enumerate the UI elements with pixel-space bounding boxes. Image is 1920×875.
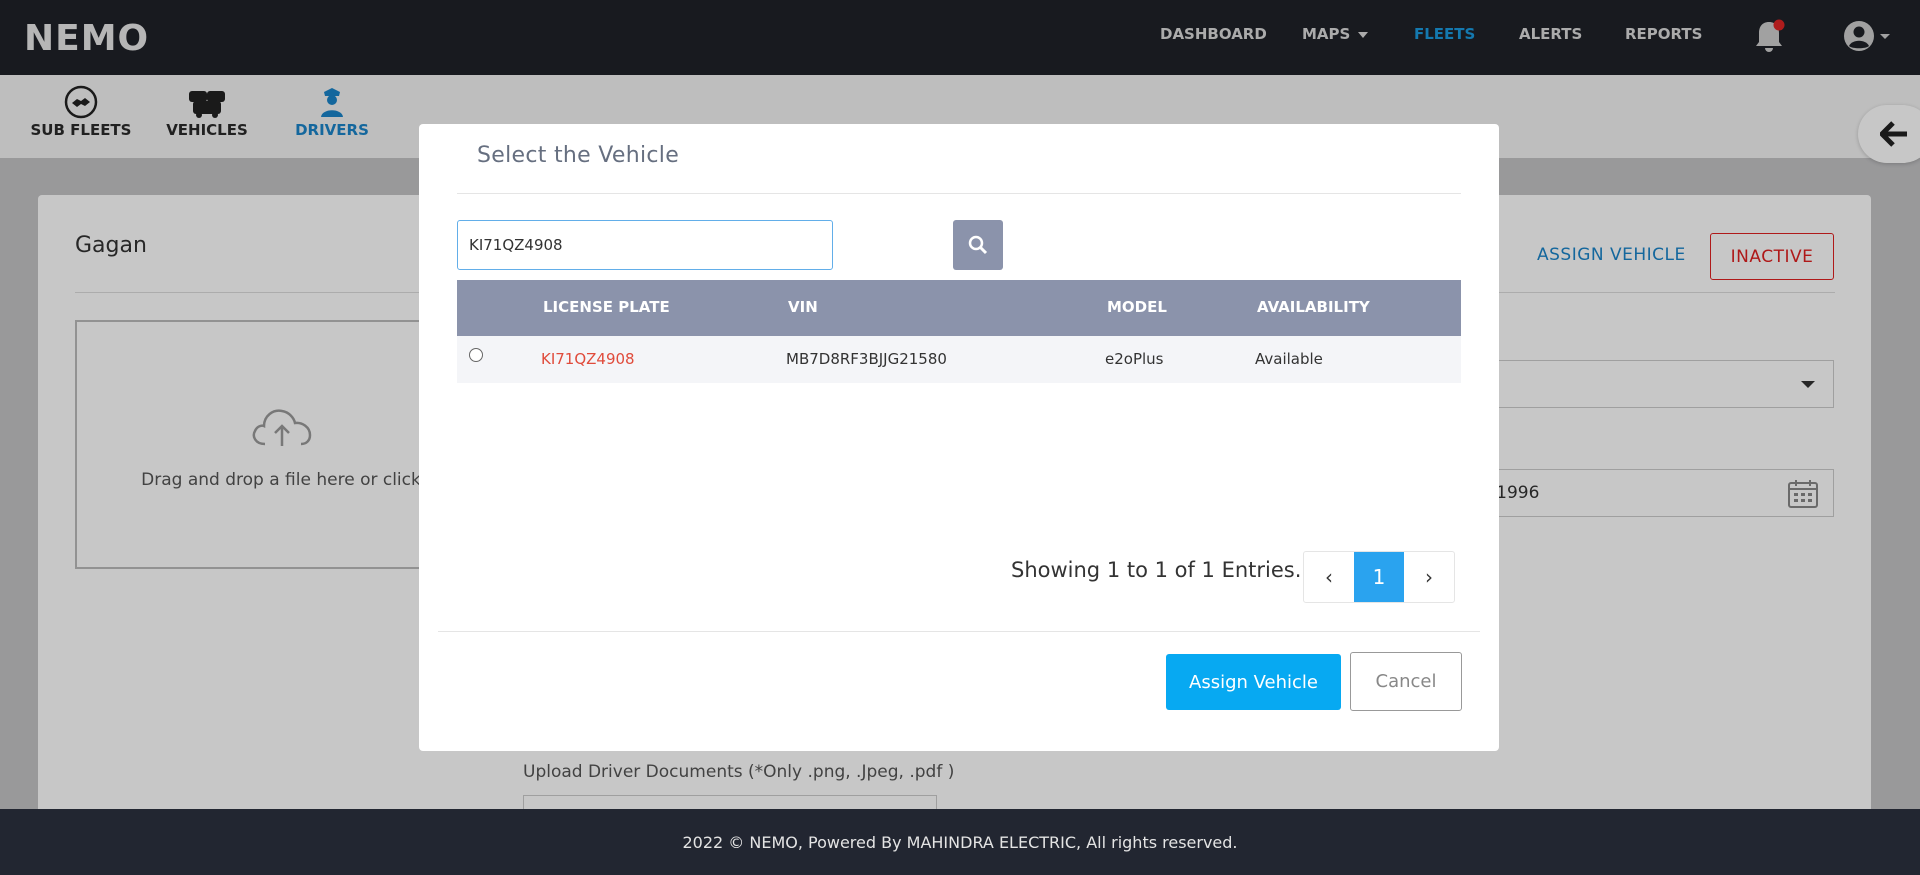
cell-vin: MB7D8RF3BJJG21580 <box>786 350 947 368</box>
footer: 2022 © NEMO, Powered By MAHINDRA ELECTRI… <box>0 809 1920 875</box>
vehicle-search-input[interactable] <box>457 220 833 270</box>
cell-model: e2oPlus <box>1105 350 1164 368</box>
select-vehicle-modal: Select the Vehicle LICENSE PLATE VIN MOD… <box>419 124 1499 751</box>
vehicle-table: LICENSE PLATE VIN MODEL AVAILABILITY KI7… <box>457 280 1461 383</box>
cancel-button[interactable]: Cancel <box>1350 652 1462 711</box>
assign-vehicle-button[interactable]: Assign Vehicle <box>1166 654 1341 710</box>
search-icon <box>968 235 988 255</box>
table-row[interactable]: KI71QZ4908 MB7D8RF3BJJG21580 e2oPlus Ava… <box>457 336 1461 383</box>
table-header: LICENSE PLATE VIN MODEL AVAILABILITY <box>457 280 1461 336</box>
cell-license-plate[interactable]: KI71QZ4908 <box>541 350 635 368</box>
pagination-next-button[interactable]: › <box>1404 552 1454 602</box>
divider <box>438 631 1480 632</box>
search-button[interactable] <box>953 220 1003 270</box>
column-header-model: MODEL <box>1107 298 1167 316</box>
column-header-availability: AVAILABILITY <box>1257 298 1370 316</box>
pagination-page-1[interactable]: 1 <box>1354 552 1404 602</box>
row-select-radio[interactable] <box>469 348 483 362</box>
divider <box>457 193 1461 194</box>
modal-title: Select the Vehicle <box>477 143 680 168</box>
footer-text: 2022 © NEMO, Powered By MAHINDRA ELECTRI… <box>682 832 1238 852</box>
column-header-vin: VIN <box>788 298 818 316</box>
cell-availability: Available <box>1255 350 1323 368</box>
pagination-summary: Showing 1 to 1 of 1 Entries. <box>1011 558 1302 582</box>
column-header-license-plate: LICENSE PLATE <box>543 298 670 316</box>
pagination: ‹ 1 › <box>1303 551 1455 603</box>
pagination-prev-button[interactable]: ‹ <box>1304 552 1354 602</box>
